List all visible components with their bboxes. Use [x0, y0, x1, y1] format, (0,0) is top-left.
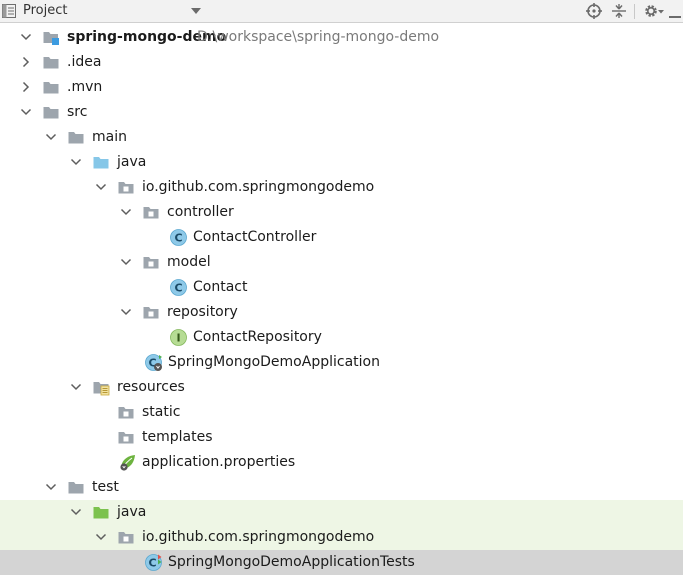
module-folder-icon	[43, 32, 59, 45]
resources-folder-icon	[93, 382, 110, 396]
tree-node-label: SpringMongoDemoApplication	[168, 354, 380, 370]
toolbar-separator	[634, 4, 635, 19]
tree-node-contact-controller[interactable]: C ContactController	[0, 225, 683, 250]
package-icon	[118, 407, 134, 419]
minimize-icon[interactable]	[669, 4, 681, 18]
tree-node-label: io.github.com.springmongodemo	[142, 179, 375, 195]
tree-node-label: controller	[167, 204, 234, 220]
tree-node-label: java	[117, 154, 147, 170]
package-icon	[118, 532, 134, 544]
interface-icon: I	[170, 329, 187, 346]
tree-node-label: model	[167, 254, 211, 270]
chevron-right-icon[interactable]	[20, 56, 32, 68]
svg-text:C: C	[174, 282, 182, 295]
chevron-down-icon[interactable]	[120, 206, 132, 218]
tree-node-label: templates	[142, 429, 213, 445]
tree-node-contact[interactable]: C Contact	[0, 275, 683, 300]
tree-node-label: io.github.com.springmongodemo	[142, 529, 375, 545]
chevron-down-icon[interactable]	[70, 156, 82, 168]
chevron-down-icon[interactable]	[20, 106, 32, 118]
package-icon	[118, 182, 134, 194]
spring-leaf-icon	[120, 455, 135, 471]
chevron-down-icon[interactable]	[45, 131, 57, 143]
class-icon: C	[170, 279, 187, 296]
tree-node-test-class[interactable]: C SpringMongoDemoApplicationTests	[0, 550, 683, 575]
tree-node-test-java[interactable]: java	[0, 500, 683, 525]
tree-node-idea[interactable]: .idea	[0, 50, 683, 75]
package-icon	[143, 307, 159, 319]
tree-node-controller[interactable]: controller	[0, 200, 683, 225]
chevron-down-icon[interactable]	[20, 31, 32, 43]
view-dropdown-icon[interactable]	[191, 8, 201, 15]
svg-text:I: I	[176, 332, 180, 345]
tree-node-src[interactable]: src	[0, 100, 683, 125]
package-icon	[143, 257, 159, 269]
tree-node-label: src	[67, 104, 88, 120]
tree-node-repository[interactable]: repository	[0, 300, 683, 325]
test-source-folder-icon	[93, 507, 109, 519]
tree-node-label: .idea	[67, 54, 102, 70]
tree-node-label: SpringMongoDemoApplicationTests	[168, 554, 415, 570]
source-folder-icon	[93, 157, 109, 169]
folder-icon	[68, 132, 84, 144]
chevron-down-icon[interactable]	[70, 506, 82, 518]
chevron-down-icon[interactable]	[45, 481, 57, 493]
tree-node-resources[interactable]: resources	[0, 375, 683, 400]
tree-node-test[interactable]: test	[0, 475, 683, 500]
chevron-down-icon[interactable]	[120, 306, 132, 318]
folder-icon	[43, 82, 59, 94]
chevron-down-icon[interactable]	[120, 256, 132, 268]
folder-icon	[43, 107, 59, 119]
tree-node-label: resources	[117, 379, 185, 395]
chevron-down-icon[interactable]	[95, 531, 107, 543]
chevron-down-icon[interactable]	[70, 381, 82, 393]
tree-node-templates[interactable]: templates	[0, 425, 683, 450]
project-path: D:\workspace\spring-mongo-demo	[197, 29, 440, 45]
collapse-all-icon[interactable]	[611, 3, 627, 19]
folder-icon	[43, 57, 59, 69]
chevron-down-icon[interactable]	[95, 181, 107, 193]
tree-node-contact-repository[interactable]: I ContactRepository	[0, 325, 683, 350]
gear-icon[interactable]	[643, 3, 665, 19]
tree-node-test-package[interactable]: io.github.com.springmongodemo	[0, 525, 683, 550]
panel-title[interactable]: Project	[23, 3, 67, 18]
package-icon	[143, 207, 159, 219]
tree-node-label: .mvn	[67, 79, 103, 95]
tree-node-label: repository	[167, 304, 238, 320]
svg-text:C: C	[148, 557, 156, 570]
tree-node-static[interactable]: static	[0, 400, 683, 425]
tree-node-label: ContactController	[193, 229, 317, 245]
tree-node-app-properties[interactable]: application.properties	[0, 450, 683, 475]
tree-node-root[interactable]: spring-mongo-demo D:\workspace\spring-mo…	[0, 25, 683, 50]
svg-text:C: C	[174, 232, 182, 245]
class-icon: C	[170, 229, 187, 246]
tree-node-label: Contact	[193, 279, 248, 295]
tree-node-label: ContactRepository	[193, 329, 322, 345]
tree-node-label: java	[117, 504, 147, 520]
spring-boot-class-icon: C	[145, 354, 162, 371]
tree-node-label: application.properties	[142, 454, 296, 470]
test-class-icon: C	[145, 554, 162, 571]
tree-node-mvn[interactable]: .mvn	[0, 75, 683, 100]
tree-node-model[interactable]: model	[0, 250, 683, 275]
tree-node-label: main	[92, 129, 127, 145]
tree-node-app-class[interactable]: C SpringMongoDemoApplication	[0, 350, 683, 375]
project-panel-header: Project	[0, 0, 683, 23]
tree-node-label: test	[92, 479, 119, 495]
tree-node-main[interactable]: main	[0, 125, 683, 150]
package-icon	[118, 432, 134, 444]
folder-icon	[68, 482, 84, 494]
tree-node-main-java[interactable]: java	[0, 150, 683, 175]
locate-file-icon[interactable]	[586, 3, 602, 19]
tree-node-label: static	[142, 404, 181, 420]
project-view-icon	[2, 4, 16, 18]
tree-node-main-package[interactable]: io.github.com.springmongodemo	[0, 175, 683, 200]
chevron-right-icon[interactable]	[20, 81, 32, 93]
